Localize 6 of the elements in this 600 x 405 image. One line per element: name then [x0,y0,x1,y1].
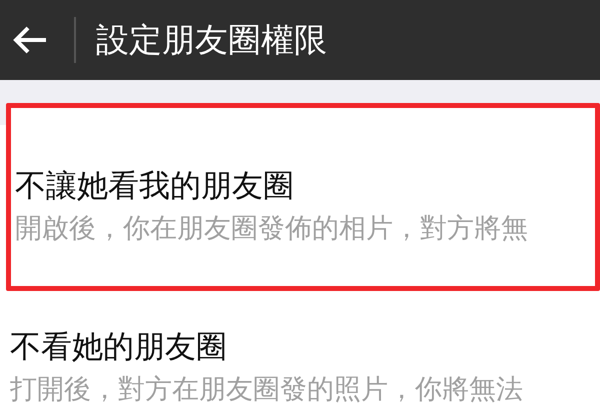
setting-description: 開啟後，你在朋友圈發佈的相片，對方將無 [15,212,528,246]
back-icon[interactable] [12,25,48,55]
setting-description: 打開後，對方在朋友圈發的照片，你將無法 [10,373,523,405]
window-title: 設定朋友圈權限 [96,19,327,62]
setting-title[interactable]: 不讓她看我的朋友圈 [15,166,294,206]
setting-title[interactable]: 不看她的朋友圈 [10,327,227,367]
